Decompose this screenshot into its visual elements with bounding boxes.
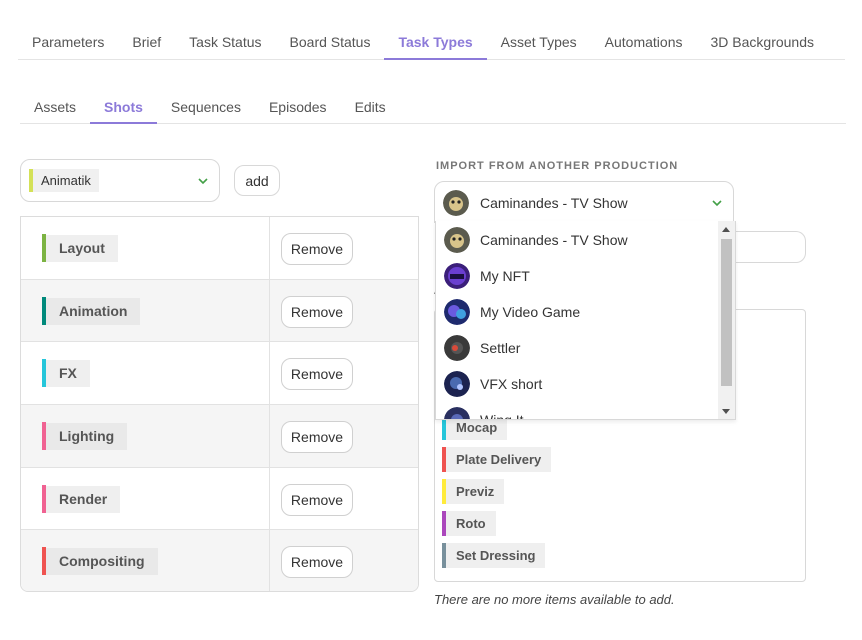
- table-row: Layout Remove: [21, 217, 418, 280]
- add-button[interactable]: add: [234, 165, 280, 196]
- nft-avatar-icon: [444, 263, 470, 289]
- column-divider: [269, 467, 270, 530]
- table-row: FX Remove: [21, 342, 418, 406]
- task-type-select[interactable]: Animatik: [20, 159, 220, 202]
- import-label: IMPORT FROM ANOTHER PRODUCTION: [436, 160, 679, 172]
- tab-brief[interactable]: Brief: [118, 22, 175, 60]
- column-divider: [269, 530, 270, 591]
- llama-avatar-icon: [444, 227, 470, 253]
- dropdown-option-vfx-short[interactable]: VFX short: [436, 366, 720, 402]
- remove-button[interactable]: Remove: [281, 546, 353, 579]
- no-more-items-text: There are no more items available to add…: [434, 592, 675, 607]
- chevron-down-icon: [712, 200, 722, 207]
- task-type-name: FX: [46, 360, 90, 388]
- wing-avatar-icon: [444, 407, 470, 419]
- sub-tabs: Assets Shots Sequences Episodes Edits: [20, 88, 846, 124]
- task-types-table: Layout Remove Animation Remove FX Remove…: [20, 216, 419, 592]
- tab-task-status[interactable]: Task Status: [175, 22, 275, 60]
- dropdown-option-wing-it[interactable]: Wing It: [436, 402, 720, 420]
- dropdown-option-my-video-game[interactable]: My Video Game: [436, 294, 720, 330]
- column-divider: [269, 405, 270, 467]
- settler-avatar-icon: [444, 335, 470, 361]
- production-dropdown: Caminandes - TV Show My NFT My Video Gam…: [435, 221, 736, 420]
- task-type-name: Roto: [446, 511, 496, 536]
- subtab-episodes[interactable]: Episodes: [255, 88, 341, 124]
- scroll-down-arrow-icon[interactable]: [722, 409, 730, 414]
- llama-avatar-icon: [443, 190, 469, 216]
- task-type-name: Plate Delivery: [446, 447, 552, 472]
- subtab-shots[interactable]: Shots: [90, 88, 157, 124]
- table-row: Render Remove: [21, 467, 418, 531]
- task-type-name: Render: [46, 485, 121, 513]
- dropdown-option-label: My NFT: [480, 268, 530, 284]
- subtab-edits[interactable]: Edits: [341, 88, 400, 124]
- tab-board-status[interactable]: Board Status: [276, 22, 385, 60]
- game-avatar-icon: [444, 299, 470, 325]
- tab-parameters[interactable]: Parameters: [18, 22, 118, 60]
- production-select[interactable]: Caminandes - TV Show: [434, 181, 734, 223]
- scroll-up-arrow-icon[interactable]: [722, 227, 730, 232]
- task-type-name: Previz: [446, 479, 505, 504]
- scrollbar-thumb[interactable]: [721, 239, 732, 386]
- main-tabs: Parameters Brief Task Status Board Statu…: [18, 22, 845, 60]
- dropdown-option-settler[interactable]: Settler: [436, 330, 720, 366]
- dropdown-option-label: Caminandes - TV Show: [480, 232, 628, 248]
- chevron-down-icon: [198, 178, 208, 185]
- column-divider: [269, 217, 270, 279]
- tab-asset-types[interactable]: Asset Types: [487, 22, 591, 60]
- table-row: Compositing Remove: [21, 530, 418, 591]
- dropdown-option-label: VFX short: [480, 376, 543, 392]
- task-type-name: Animation: [46, 297, 141, 325]
- task-type-name: Lighting: [46, 423, 128, 451]
- column-divider: [269, 342, 270, 405]
- table-row: Animation Remove: [21, 279, 418, 343]
- dropdown-option-label: My Video Game: [480, 304, 581, 320]
- task-type-name: Compositing: [46, 548, 158, 576]
- search-input[interactable]: [734, 231, 806, 263]
- dropdown-option-label: Settler: [480, 340, 521, 356]
- subtab-sequences[interactable]: Sequences: [157, 88, 255, 124]
- remove-button[interactable]: Remove: [281, 295, 353, 328]
- tab-task-types[interactable]: Task Types: [384, 22, 487, 60]
- vfx-avatar-icon: [444, 371, 470, 397]
- dropdown-option-my-nft[interactable]: My NFT: [436, 258, 720, 294]
- remove-button[interactable]: Remove: [281, 233, 353, 265]
- column-divider: [269, 279, 270, 342]
- tab-3d-backgrounds[interactable]: 3D Backgrounds: [697, 22, 829, 60]
- subtab-assets[interactable]: Assets: [20, 88, 90, 124]
- remove-button[interactable]: Remove: [281, 358, 353, 391]
- dropdown-option-label: Wing It: [480, 412, 524, 420]
- table-row: Lighting Remove: [21, 405, 418, 468]
- dropdown-scrollbar[interactable]: [718, 221, 735, 419]
- task-type-select-value: Animatik: [33, 169, 99, 192]
- remove-button[interactable]: Remove: [281, 483, 353, 516]
- task-type-name: Set Dressing: [446, 543, 546, 568]
- dropdown-option-caminandes[interactable]: Caminandes - TV Show: [436, 222, 720, 258]
- production-select-value: Caminandes - TV Show: [480, 195, 628, 211]
- task-type-name: Layout: [46, 235, 118, 262]
- remove-button[interactable]: Remove: [281, 421, 353, 454]
- tab-automations[interactable]: Automations: [591, 22, 697, 60]
